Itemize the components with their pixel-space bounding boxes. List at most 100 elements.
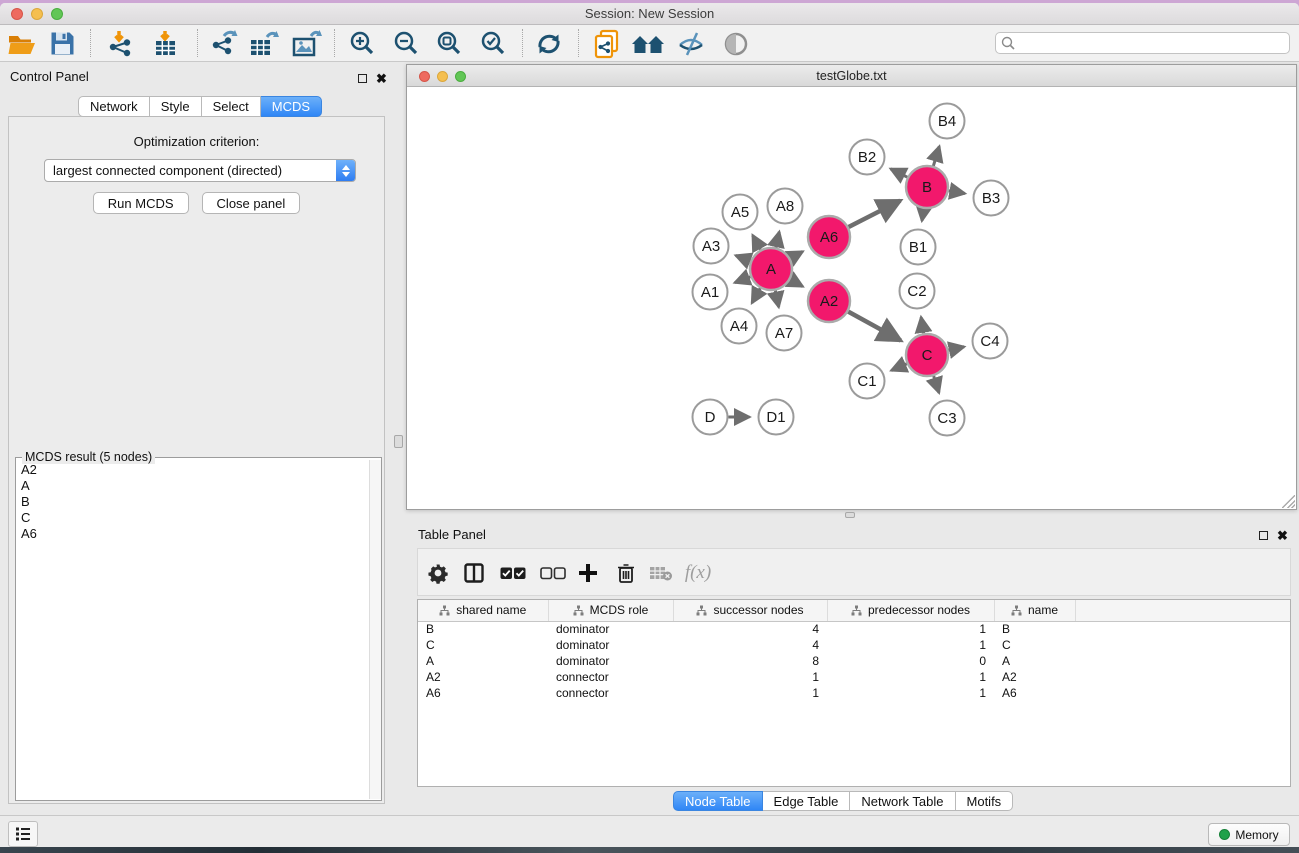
zoom-fit-icon[interactable] — [427, 27, 471, 60]
apply-layout-icon[interactable] — [527, 27, 571, 60]
table-cell[interactable]: A2 — [994, 669, 1075, 685]
import-network-icon[interactable] — [99, 27, 143, 60]
first-neighbors-icon[interactable] — [626, 27, 670, 60]
graph-node-B4[interactable]: B4 — [930, 104, 965, 139]
column-layout-icon[interactable] — [456, 555, 492, 591]
network-canvas[interactable]: B4B2B3A5A8A3B1C2A1A4A7C4C1C3DD1BA6AA2C — [407, 87, 1296, 509]
table-settings-icon[interactable] — [420, 555, 456, 591]
control-panel-close-icon[interactable]: ✖ — [376, 73, 387, 84]
select-all-rows-icon[interactable] — [495, 555, 531, 591]
table-cell[interactable]: 1 — [827, 685, 994, 701]
tab-mcds[interactable]: MCDS — [261, 96, 322, 117]
table-row[interactable]: Bdominator41B — [418, 621, 1290, 637]
tab-network-table[interactable]: Network Table — [850, 791, 955, 811]
import-table-icon[interactable] — [144, 27, 188, 60]
table-cell[interactable]: dominator — [548, 637, 673, 653]
table-row[interactable]: Cdominator41C — [418, 637, 1290, 653]
memory-button[interactable]: Memory — [1208, 823, 1290, 846]
table-cell[interactable]: C — [994, 637, 1075, 653]
table-cell[interactable]: connector — [548, 685, 673, 701]
export-image-icon[interactable] — [285, 27, 329, 60]
column-header-MCDS-role[interactable]: MCDS role — [548, 600, 673, 621]
search-input[interactable] — [1016, 34, 1289, 52]
mcds-result-item[interactable]: A6 — [17, 526, 368, 542]
table-cell[interactable]: 4 — [673, 621, 827, 637]
graph-node-D[interactable]: D — [693, 400, 728, 435]
close-panel-button[interactable]: Close panel — [202, 192, 301, 214]
graph-node-A3[interactable]: A3 — [694, 229, 729, 264]
delete-table-icon[interactable] — [643, 555, 679, 591]
delete-row-icon[interactable] — [608, 555, 644, 591]
table-cell[interactable]: 0 — [827, 653, 994, 669]
graph-node-C2[interactable]: C2 — [900, 274, 935, 309]
hide-selected-icon[interactable] — [669, 27, 713, 60]
table-cell[interactable]: 1 — [673, 669, 827, 685]
task-monitor-button[interactable] — [8, 821, 38, 847]
table-cell[interactable]: 4 — [673, 637, 827, 653]
deselect-all-rows-icon[interactable] — [535, 555, 571, 591]
graph-node-C3[interactable]: C3 — [930, 401, 965, 436]
table-cell[interactable]: A — [994, 653, 1075, 669]
new-network-from-selection-icon[interactable] — [585, 27, 629, 60]
graph-node-A2[interactable]: A2 — [808, 280, 850, 322]
mcds-result-scrollbar[interactable] — [369, 460, 381, 799]
graph-node-B1[interactable]: B1 — [901, 230, 936, 265]
graph-node-A[interactable]: A — [750, 248, 792, 290]
column-header-name[interactable]: name — [994, 600, 1075, 621]
vertical-split-handle[interactable] — [394, 435, 403, 448]
run-mcds-button[interactable]: Run MCDS — [93, 192, 189, 214]
graph-node-A8[interactable]: A8 — [768, 189, 803, 224]
table-cell[interactable]: dominator — [548, 621, 673, 637]
table-row[interactable]: A6connector11A6 — [418, 685, 1290, 701]
table-cell[interactable]: 1 — [827, 669, 994, 685]
column-header-successor-nodes[interactable]: successor nodes — [673, 600, 827, 621]
horizontal-split-handle[interactable] — [845, 512, 855, 518]
table-row[interactable]: Adominator80A — [418, 653, 1290, 669]
tab-select[interactable]: Select — [202, 96, 261, 117]
table-cell[interactable]: connector — [548, 669, 673, 685]
table-cell[interactable]: 1 — [827, 637, 994, 653]
table-cell[interactable]: 1 — [673, 685, 827, 701]
export-table-icon[interactable] — [242, 27, 286, 60]
table-cell[interactable]: C — [418, 637, 548, 653]
table-cell[interactable]: A6 — [994, 685, 1075, 701]
tab-style[interactable]: Style — [150, 96, 202, 117]
mcds-result-item[interactable]: A2 — [17, 462, 368, 478]
graph-node-A5[interactable]: A5 — [723, 195, 758, 230]
mcds-result-item[interactable]: C — [17, 510, 368, 526]
tab-motifs[interactable]: Motifs — [956, 791, 1014, 811]
zoom-selected-icon[interactable] — [471, 27, 515, 60]
tab-node-table[interactable]: Node Table — [673, 791, 763, 811]
tab-network[interactable]: Network — [78, 96, 150, 117]
column-header-shared-name[interactable]: shared name — [418, 600, 548, 621]
graph-node-A7[interactable]: A7 — [767, 316, 802, 351]
table-panel-close-icon[interactable]: ✖ — [1277, 530, 1288, 541]
mcds-result-item[interactable]: A — [17, 478, 368, 494]
zoom-out-icon[interactable] — [384, 27, 428, 60]
table-cell[interactable]: 1 — [827, 621, 994, 637]
window-resize-grip[interactable] — [1282, 495, 1295, 508]
optimization-criterion-dropdown[interactable]: largest connected component (directed) — [44, 159, 356, 182]
graph-node-A6[interactable]: A6 — [808, 216, 850, 258]
open-session-icon[interactable] — [0, 27, 44, 60]
table-cell[interactable]: A2 — [418, 669, 548, 685]
table-cell[interactable]: dominator — [548, 653, 673, 669]
save-session-icon[interactable] — [40, 27, 84, 60]
function-builder-icon[interactable]: f(x) — [680, 555, 716, 591]
table-row[interactable]: A2connector11A2 — [418, 669, 1290, 685]
zoom-in-icon[interactable] — [340, 27, 384, 60]
graph-node-C[interactable]: C — [906, 334, 948, 376]
graph-node-C4[interactable]: C4 — [973, 324, 1008, 359]
graph-node-B2[interactable]: B2 — [850, 140, 885, 175]
table-cell[interactable]: B — [994, 621, 1075, 637]
table-cell[interactable]: 8 — [673, 653, 827, 669]
table-panel-float-icon[interactable] — [1259, 531, 1268, 540]
graph-node-A1[interactable]: A1 — [693, 275, 728, 310]
graph-node-A4[interactable]: A4 — [722, 309, 757, 344]
tab-edge-table[interactable]: Edge Table — [763, 791, 851, 811]
graph-node-D1[interactable]: D1 — [759, 400, 794, 435]
export-network-icon[interactable] — [202, 27, 246, 60]
graph-node-B3[interactable]: B3 — [974, 181, 1009, 216]
show-all-icon[interactable] — [714, 27, 758, 60]
control-panel-float-icon[interactable] — [358, 74, 367, 83]
